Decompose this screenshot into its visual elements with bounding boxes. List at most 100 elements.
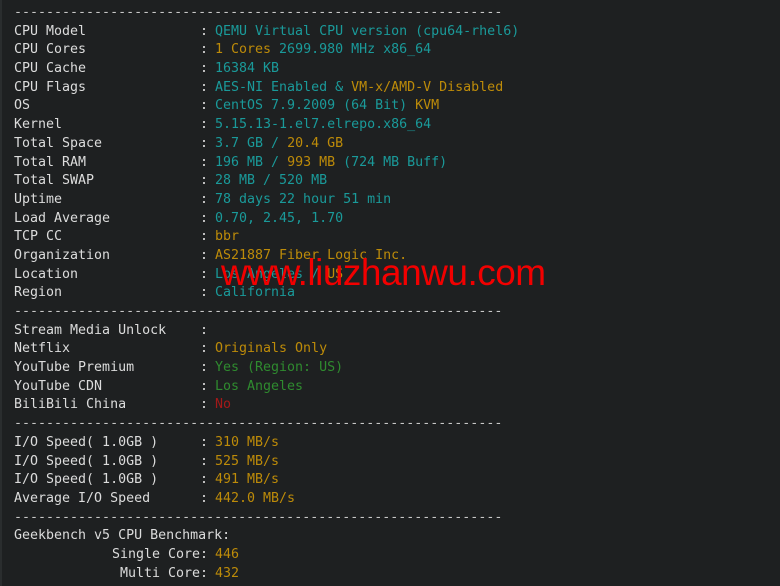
info-row-label: Average I/O Speed xyxy=(14,490,151,506)
info-row-colon: : xyxy=(200,285,209,301)
info-row: Single Core: 446 xyxy=(0,546,780,565)
info-row-value: 5.15.13-1.el7.elrepo.x86_64 xyxy=(215,117,432,133)
info-row-colon: : xyxy=(200,23,209,39)
info-row: I/O Speed( 1.0GB ):491 MB/s xyxy=(0,471,780,490)
info-row: I/O Speed( 1.0GB ):525 MB/s xyxy=(0,453,780,472)
info-row-colon: : xyxy=(200,247,209,263)
info-row-colon: : xyxy=(200,117,209,133)
info-row-colon: : xyxy=(200,135,209,151)
info-row-colon: : xyxy=(200,434,209,450)
info-row-label: Netflix xyxy=(14,341,71,357)
info-row-colon: : xyxy=(200,154,209,170)
info-row-label: OS xyxy=(14,98,31,114)
info-row-value: 28 MB / 520 MB xyxy=(215,173,328,189)
info-row-colon: : xyxy=(200,397,209,413)
separator-line-3: ----------------------------------------… xyxy=(14,416,503,432)
info-row: CPU Model: QEMU Virtual CPU version (cpu6… xyxy=(0,23,780,42)
info-row-value: 78 days 22 hour 51 min xyxy=(215,191,392,207)
terminal-window: ----------------------------------------… xyxy=(0,0,780,586)
info-row: I/O Speed( 1.0GB ):310 MB/s xyxy=(0,434,780,453)
io-speed-section: I/O Speed( 1.0GB ):310 MB/s I/O Speed( 1.… xyxy=(0,434,780,509)
info-row-value: Originals Only xyxy=(215,341,328,357)
info-row-value: AS21887 Fiber Logic Inc. xyxy=(215,247,408,263)
separator-line-2: ----------------------------------------… xyxy=(14,304,503,319)
info-row-value: 196 MB / xyxy=(215,154,288,170)
info-row-value: 491 MB/s xyxy=(215,472,280,488)
info-row-label: YouTube Premium xyxy=(14,360,135,376)
geekbench-section: Single Core: 446 Multi Core: 432 xyxy=(0,546,780,583)
info-row-label: TCP CC xyxy=(14,229,63,245)
info-row-value: 525 MB/s xyxy=(215,453,280,469)
info-row-value: KVM xyxy=(415,98,440,114)
info-row-colon: : xyxy=(200,322,209,338)
info-row-label: Organization xyxy=(14,247,111,263)
info-row-colon: : xyxy=(200,42,209,58)
info-row: Multi Core: 432 xyxy=(0,565,780,584)
info-row-colon: : xyxy=(200,341,209,357)
info-row-value: Los Angeles xyxy=(215,378,304,394)
info-row: TCP CC: bbr xyxy=(0,228,780,247)
info-row: Location: Los Angeles / US xyxy=(0,266,780,285)
info-row-colon: : xyxy=(200,79,209,95)
info-row-label: CPU Cores xyxy=(14,42,87,58)
info-row-value: 3.7 GB / xyxy=(215,135,288,151)
info-row-colon: : xyxy=(200,360,209,376)
info-row-label: Load Average xyxy=(14,210,111,226)
info-row: Total Space:3.7 GB / 20.4 GB xyxy=(0,135,780,154)
info-row: YouTube Premium: Yes (Region: US) xyxy=(0,359,780,378)
info-row-value: Yes (Region: US) xyxy=(215,360,344,376)
separator-line-4: ----------------------------------------… xyxy=(14,509,503,525)
info-row-label: YouTube CDN xyxy=(14,378,103,394)
info-row-colon: : xyxy=(200,191,209,207)
info-row: Load Average:0.70, 2.45, 1.70 xyxy=(0,210,780,229)
info-row-colon: : xyxy=(200,546,209,562)
info-row-label: Single Core xyxy=(111,546,200,562)
info-row-colon: : xyxy=(200,229,209,245)
info-row-colon: : xyxy=(200,98,209,114)
info-row-value: California xyxy=(215,285,296,301)
info-row-label: CPU Cache xyxy=(14,61,87,77)
info-row-colon: : xyxy=(200,453,209,469)
info-row-label: Stream Media Unlock xyxy=(14,322,167,338)
info-row-label: Total Space xyxy=(14,135,103,151)
info-row: Total RAM:196 MB / 993 MB (724 MB Buff) xyxy=(0,154,780,173)
info-row-value: 310 MB/s xyxy=(215,434,280,450)
info-row-label: Total RAM xyxy=(14,154,87,170)
info-row: Stream Media Unlock: xyxy=(0,322,780,341)
info-row-value: 442.0 MB/s xyxy=(215,490,296,506)
info-row: Region: California xyxy=(0,284,780,303)
info-row-label: BiliBili China xyxy=(14,397,127,413)
info-row-value: No xyxy=(215,397,232,413)
info-row: Kernel:5.15.13-1.el7.elrepo.x86_64 xyxy=(0,116,780,135)
info-row-value: US xyxy=(327,266,344,282)
stream-media-section: Stream Media Unlock: Netflix: Originals On… xyxy=(0,322,780,415)
info-row-label: CPU Model xyxy=(14,23,87,39)
info-row-label: Uptime xyxy=(14,191,63,207)
geekbench-heading: Geekbench v5 CPU Benchmark: xyxy=(14,528,231,544)
info-row: BiliBili China: No xyxy=(0,396,780,415)
info-row-value: Los Angeles / xyxy=(215,266,328,282)
info-row-label: Kernel xyxy=(14,117,63,133)
info-row-colon: : xyxy=(200,210,209,226)
info-row-colon: : xyxy=(200,565,209,581)
info-row: Average I/O Speed:442.0 MB/s xyxy=(0,490,780,509)
info-row-value: 993 MB xyxy=(287,154,336,170)
info-row: CPU Cache:16384 KB xyxy=(0,60,780,79)
info-row-colon: : xyxy=(200,490,209,506)
info-row: CPU Cores:1 Cores 2699.980 MHz x86_64 xyxy=(0,41,780,60)
info-row-value: 1 Cores xyxy=(215,42,272,58)
info-row-value: AES-NI Enabled & xyxy=(215,79,352,95)
info-row: CPU Flags: AES-NI Enabled & VM-x/AMD-V Di… xyxy=(0,79,780,98)
info-row-label: I/O Speed( 1.0GB ) xyxy=(14,453,159,469)
info-row: YouTube CDN: Los Angeles xyxy=(0,378,780,397)
info-row-colon: : xyxy=(200,61,209,77)
info-row: Netflix: Originals Only xyxy=(0,340,780,359)
info-row-label: Location xyxy=(14,266,79,282)
info-row-label: CPU Flags xyxy=(14,79,87,95)
info-row-value: CentOS 7.9.2009 (64 Bit) xyxy=(215,98,416,114)
info-row-label: I/O Speed( 1.0GB ) xyxy=(14,472,159,488)
info-row-label: Region xyxy=(14,285,63,301)
info-row-value: QEMU Virtual CPU version (cpu64-rhel6) xyxy=(215,23,520,39)
info-row-value: 20.4 GB xyxy=(287,135,344,151)
separator-line-top: ----------------------------------------… xyxy=(14,5,503,20)
